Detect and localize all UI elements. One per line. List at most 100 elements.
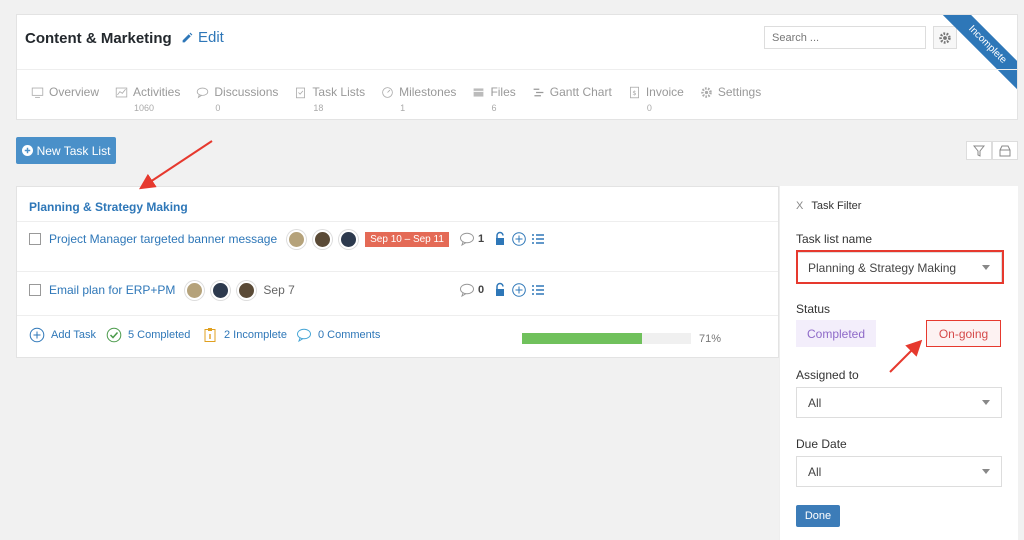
pencil-icon (182, 32, 193, 43)
tab-invoice[interactable]: $ Invoice 0 (628, 85, 684, 113)
avatar[interactable] (211, 280, 231, 300)
tab-label: Settings (717, 85, 762, 99)
avatar[interactable] (185, 280, 205, 300)
tab-label: Overview (49, 85, 100, 99)
assigned-to-select[interactable]: All (796, 387, 1002, 418)
task-list-title[interactable]: Planning & Strategy Making (29, 200, 188, 214)
task-row: Email plan for ERP+PM Sep 7 (29, 280, 295, 300)
clipboard-icon (296, 87, 306, 98)
tab-label: Gantt Chart (549, 85, 612, 99)
task-row: Project Manager targeted banner message … (29, 229, 449, 249)
tab-label: Milestones (399, 85, 457, 99)
tab-overview[interactable]: Overview (31, 85, 99, 113)
comment-count: 0 (478, 284, 485, 296)
list-icon[interactable] (530, 282, 546, 298)
lock-icon[interactable] (492, 282, 508, 298)
new-task-list-label: New Task List (36, 143, 111, 158)
monitor-icon (31, 87, 44, 98)
tab-activities[interactable]: Activities 1060 (115, 85, 180, 113)
plus-circle-icon (21, 145, 33, 156)
edit-label: Edit (198, 29, 224, 46)
comment-icon[interactable] (459, 231, 475, 247)
check-circle-icon (106, 327, 122, 343)
task-checkbox[interactable] (29, 284, 41, 296)
completed-count-link[interactable]: 5 Completed (106, 327, 190, 343)
task-name[interactable]: Email plan for ERP+PM (49, 283, 175, 297)
arrow-to-list-title (138, 140, 213, 190)
search-input[interactable] (764, 26, 926, 49)
tab-count: 6 (491, 103, 497, 113)
header-divider (17, 69, 1017, 70)
tab-settings[interactable]: Settings (700, 85, 761, 113)
list-icon[interactable] (530, 231, 546, 247)
archive-icon (999, 145, 1011, 156)
progress-fill (522, 333, 642, 344)
chevron-down-icon (982, 469, 990, 474)
tab-discussions[interactable]: Discussions 0 (196, 85, 278, 113)
tab-files[interactable]: Files 6 (472, 85, 516, 113)
tab-label: Files (490, 85, 516, 99)
tab-label: Discussions (214, 85, 279, 99)
tab-count: 0 (215, 103, 221, 113)
avatar[interactable] (237, 280, 257, 300)
funnel-icon (973, 145, 985, 157)
comments-count: 0 Comments (318, 329, 381, 341)
edit-link[interactable]: Edit (181, 29, 224, 46)
tab-label: Activities (133, 85, 181, 99)
chat-icon (197, 87, 209, 98)
assigned-to-label: Assigned to (796, 368, 859, 382)
tab-label: Invoice (645, 85, 684, 99)
status-completed-button[interactable]: Completed (796, 320, 876, 347)
settings-button[interactable] (933, 26, 957, 49)
avatar[interactable] (287, 229, 307, 249)
tab-count: 18 (313, 103, 324, 113)
chevron-down-icon (982, 400, 990, 405)
status-label: Status (796, 302, 831, 316)
gauge-icon (382, 86, 393, 98)
done-button[interactable]: Done (796, 505, 840, 527)
lock-icon[interactable] (492, 231, 508, 247)
new-task-list-button[interactable]: New Task List (16, 137, 116, 164)
incomplete-count-link[interactable]: 2 Incomplete (202, 327, 287, 343)
project-title: Content & Marketing (25, 30, 172, 47)
tab-task-lists[interactable]: Task Lists 18 (294, 85, 365, 113)
add-circle-icon (29, 327, 45, 343)
highlight-box (796, 250, 1004, 284)
task-name[interactable]: Project Manager targeted banner message (49, 232, 277, 246)
status-ongoing-button[interactable]: On-going (926, 320, 1001, 347)
tab-count: 0 (646, 103, 652, 113)
avatar[interactable] (313, 229, 333, 249)
tab-gantt-chart[interactable]: Gantt Chart (532, 85, 612, 113)
due-date-badge: Sep 10 – Sep 11 (365, 231, 449, 247)
archive-button[interactable] (992, 141, 1018, 160)
avatar[interactable] (339, 229, 359, 249)
due-date-select[interactable]: All (796, 456, 1002, 487)
completed-count: 5 Completed (128, 329, 191, 341)
filter-button[interactable] (966, 141, 992, 160)
row-divider (17, 221, 778, 222)
tab-milestones[interactable]: Milestones 1 (381, 85, 456, 113)
filter-title: Task Filter (811, 200, 862, 212)
task-checkbox[interactable] (29, 233, 41, 245)
add-circle-icon[interactable] (511, 282, 527, 298)
task-list-name-label: Task list name (796, 232, 873, 246)
invoice-icon: $ (629, 86, 639, 98)
select-value: All (808, 464, 822, 479)
project-tabs: Overview Activities 1060 Discussions 0 T… (31, 85, 777, 113)
task-meta: 1 (459, 231, 546, 247)
select-value: All (808, 395, 822, 410)
comment-icon (297, 328, 311, 343)
row-divider (17, 315, 778, 316)
filter-header: X Task Filter (796, 200, 861, 212)
comment-icon[interactable] (459, 282, 475, 298)
gear-icon (939, 31, 951, 44)
tab-count: 1060 (134, 103, 155, 113)
gear-icon (701, 86, 712, 98)
progress-percent: 71% (699, 333, 722, 345)
close-filter-button[interactable]: X (796, 200, 803, 212)
add-task-link[interactable]: Add Task (29, 327, 96, 343)
add-circle-icon[interactable] (511, 231, 527, 247)
comments-count-link[interactable]: 0 Comments (296, 327, 380, 343)
task-filter-panel: X Task Filter Task list name Planning & … (779, 186, 1018, 540)
task-list-panel: Planning & Strategy Making Project Manag… (16, 186, 779, 358)
